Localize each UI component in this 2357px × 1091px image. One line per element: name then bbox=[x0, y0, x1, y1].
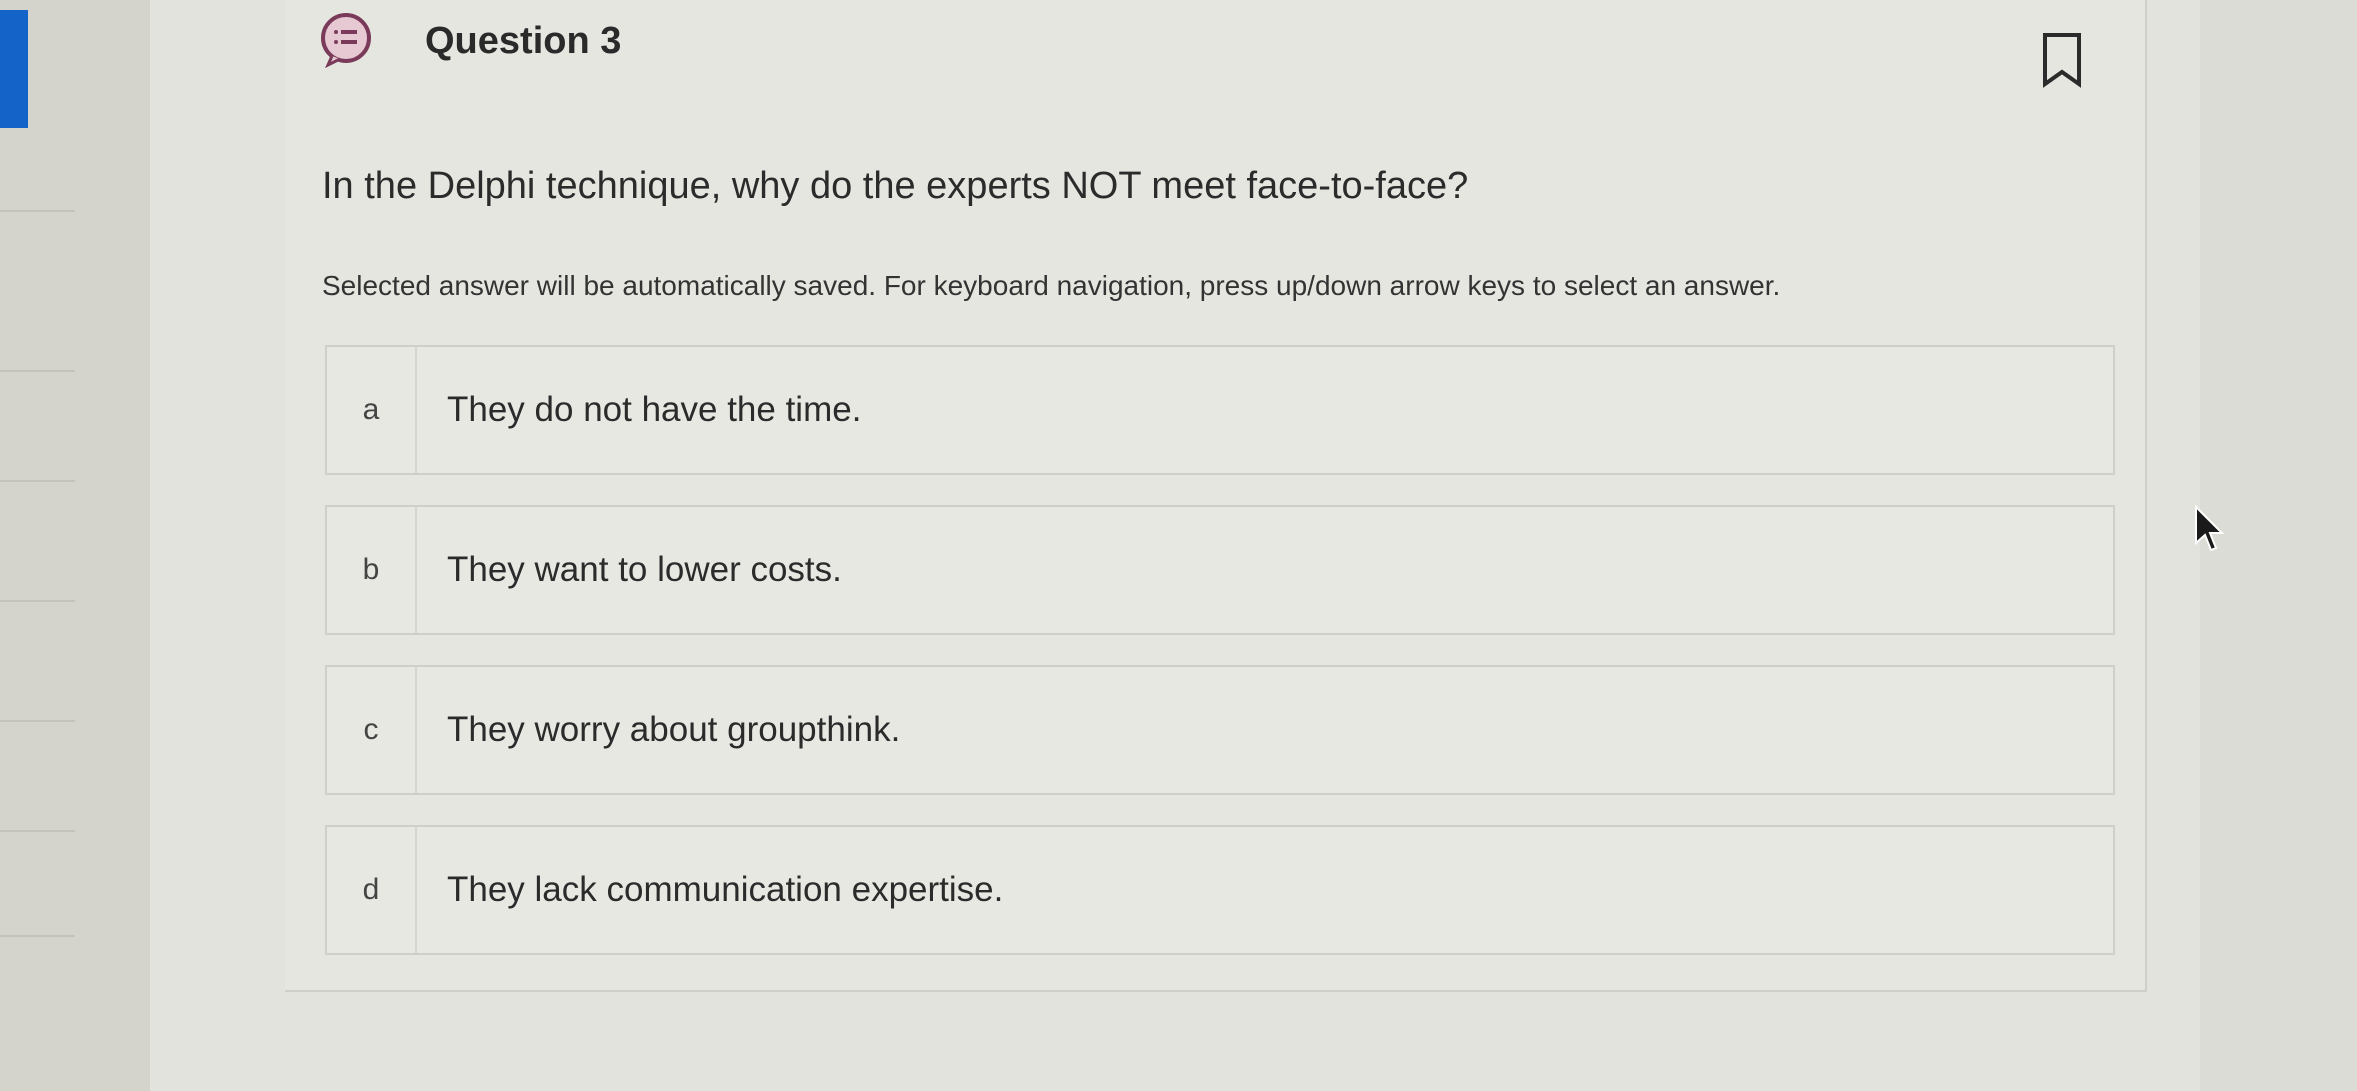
answer-letter: c bbox=[327, 667, 417, 793]
sidebar-divider bbox=[0, 935, 75, 937]
sidebar-divider bbox=[0, 830, 75, 832]
left-sidebar bbox=[0, 0, 150, 1091]
answer-option-b[interactable]: b They want to lower costs. bbox=[325, 505, 2115, 635]
answer-letter: b bbox=[327, 507, 417, 633]
answer-instructions: Selected answer will be automatically sa… bbox=[322, 270, 1781, 301]
answer-option-d[interactable]: d They lack communication expertise. bbox=[325, 825, 2115, 955]
question-text: In the Delphi technique, why do the expe… bbox=[322, 165, 1469, 207]
answer-letter: d bbox=[327, 827, 417, 953]
sidebar-divider bbox=[0, 480, 75, 482]
sidebar-divider bbox=[0, 600, 75, 602]
sidebar-divider bbox=[0, 370, 75, 372]
sidebar-active-indicator bbox=[0, 10, 28, 128]
sidebar-divider bbox=[0, 720, 75, 722]
sidebar-divider bbox=[0, 210, 75, 212]
answer-option-c[interactable]: c They worry about groupthink. bbox=[325, 665, 2115, 795]
answer-list: a They do not have the time. b They want… bbox=[325, 345, 2125, 985]
bookmark-icon[interactable] bbox=[2042, 32, 2082, 88]
answer-option-a[interactable]: a They do not have the time. bbox=[325, 345, 2115, 475]
mouse-pointer-icon bbox=[2194, 504, 2225, 553]
answer-text: They want to lower costs. bbox=[447, 550, 842, 589]
question-title: Question 3 bbox=[425, 20, 622, 62]
answer-text: They worry about groupthink. bbox=[447, 710, 901, 749]
answer-text: They do not have the time. bbox=[447, 390, 862, 429]
answer-letter: a bbox=[327, 347, 417, 473]
answer-text: They lack communication expertise. bbox=[447, 870, 1004, 909]
question-list-icon bbox=[318, 12, 374, 69]
